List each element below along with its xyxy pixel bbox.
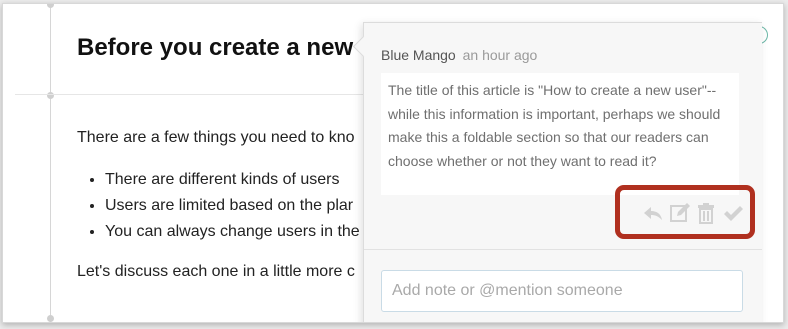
editor-window: Before you create a new u There are a fe… (2, 3, 784, 323)
rail-handle[interactable] (47, 4, 54, 8)
resolve-button[interactable] (722, 202, 744, 224)
edit-icon (670, 203, 690, 222)
article-heading: Before you create a new u (77, 34, 375, 61)
list-item: Users are limited based on the plar (105, 193, 360, 219)
list-item: There are different kinds of users (105, 167, 360, 193)
rail-handle[interactable] (47, 315, 54, 322)
closing-paragraph: Let's discuss each one in a little more … (77, 263, 355, 280)
intro-paragraph: There are a few things you need to kno (77, 129, 355, 146)
comment-author[interactable]: Blue Mango (381, 47, 456, 63)
add-note-input[interactable] (381, 270, 743, 312)
list-item: You can always change users in the (105, 219, 360, 245)
comment-panel: Blue Mango an hour ago The title of this… (352, 22, 762, 322)
reply-button[interactable] (642, 202, 664, 224)
comment-text: The title of this article is "How to cre… (381, 73, 739, 195)
delete-button[interactable] (695, 202, 717, 224)
reply-icon (644, 207, 662, 220)
comment-header: Blue Mango an hour ago (381, 47, 537, 63)
trash-icon (698, 203, 714, 224)
section-rail (50, 4, 51, 322)
comment-actions-highlight (615, 185, 755, 239)
panel-divider (364, 249, 762, 250)
heading-divider (15, 94, 375, 95)
checkmark-icon (724, 206, 743, 221)
comment-timestamp: an hour ago (462, 47, 538, 63)
edit-button[interactable] (669, 202, 691, 224)
bullet-list: There are different kinds of users Users… (77, 167, 360, 245)
